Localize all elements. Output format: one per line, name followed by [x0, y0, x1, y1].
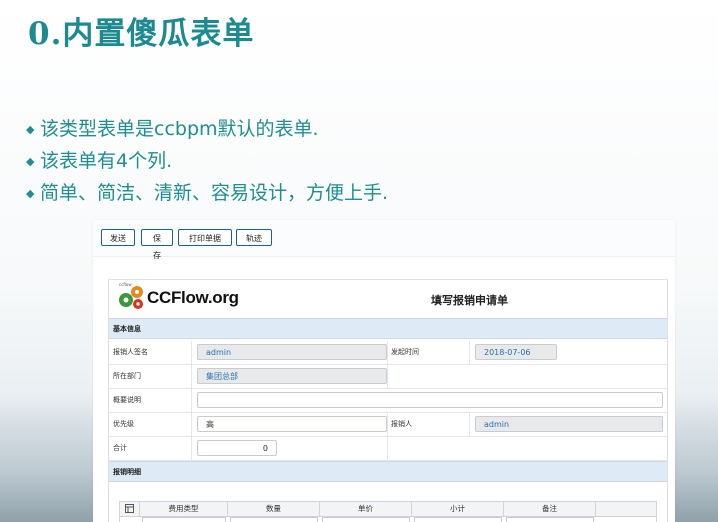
dept-label: 所在部门 [113, 372, 141, 380]
form-row-summary: 概要说明 [109, 389, 667, 413]
grid-cell-input[interactable] [230, 517, 318, 522]
grid-col-expense-type: 费用类型 [140, 502, 228, 516]
grid-header: 费用类型 数量 单价 小计 备注 [120, 502, 656, 517]
form-row-signer: 报销人签名 admin 发起时间 2018-07-06 [109, 341, 667, 365]
expense-form: ccflow CCFlow.org 填写报销申请单 基本信息 报销人签名 adm… [108, 279, 668, 522]
divider [387, 365, 388, 388]
grid-cell-input[interactable] [414, 517, 502, 522]
grid-col-unit-price: 单价 [320, 502, 412, 516]
time-label: 发起时间 [391, 348, 419, 356]
gears-icon [119, 286, 143, 309]
divider [387, 341, 388, 364]
grid-cell-input[interactable] [506, 517, 594, 522]
dept-field[interactable]: 集团总部 [197, 368, 387, 384]
grid-col-remark: 备注 [504, 502, 596, 516]
divider [191, 389, 192, 412]
slide-title: 0.内置傻瓜表单 [28, 16, 255, 52]
bullet-item: ◆ 简单、简洁、清新、容易设计，方便上手. [26, 177, 388, 209]
signer-field[interactable]: admin [197, 344, 387, 360]
grid-col-subtotal: 小计 [412, 502, 504, 516]
section-basic-info: 基本信息 [109, 318, 667, 339]
priority-label: 优先级 [113, 420, 134, 428]
expense-detail-grid: 费用类型 数量 单价 小计 备注 [119, 501, 657, 522]
ccflow-logo: ccflow CCFlow.org [117, 282, 239, 312]
logo-text: CCFlow.org [147, 288, 239, 307]
diamond-bullet-icon: ◆ [26, 186, 35, 200]
logo-small-text: ccflow [119, 282, 132, 287]
grid-cell-input[interactable] [142, 517, 226, 522]
summary-field[interactable] [197, 392, 663, 408]
total-label: 合计 [113, 444, 127, 452]
section-expense-detail: 报销明细 [109, 461, 667, 482]
reimburser-label: 报销人 [391, 420, 412, 428]
divider [387, 437, 388, 460]
divider [469, 341, 470, 364]
track-button[interactable]: 轨迹 [236, 229, 272, 246]
bullet-item: ◆ 该表单有4个列. [26, 145, 388, 177]
summary-label: 概要说明 [113, 396, 141, 404]
grid-toolbar-icon[interactable] [120, 502, 140, 516]
priority-select[interactable]: 高 [197, 416, 387, 432]
divider [191, 365, 192, 388]
time-field[interactable]: 2018-07-06 [475, 344, 557, 360]
form-row-dept: 所在部门 集团总部 [109, 365, 667, 389]
grid-cell-input[interactable] [322, 517, 410, 522]
diamond-bullet-icon: ◆ [26, 154, 35, 168]
form-toolbar: 发送 保存 打印单据 轨迹 [93, 220, 675, 260]
form-screenshot: 发送 保存 打印单据 轨迹 ccflow CCFlow.org 填写报销申请单 … [93, 220, 675, 522]
divider [469, 413, 470, 436]
save-button[interactable]: 保存 [141, 229, 173, 260]
reimburser-field[interactable]: admin [475, 416, 663, 432]
signer-label: 报销人签名 [113, 348, 148, 356]
grid-col-quantity: 数量 [228, 502, 320, 516]
total-field[interactable]: 0 [197, 440, 277, 456]
form-row-total: 合计 0 [109, 437, 667, 461]
print-button[interactable]: 打印单据 [178, 229, 232, 246]
divider [191, 413, 192, 436]
form-title: 填写报销申请单 [431, 294, 508, 307]
divider [191, 437, 192, 460]
diamond-bullet-icon: ◆ [26, 122, 35, 136]
send-button[interactable]: 发送 [101, 229, 135, 246]
form-row-priority: 优先级 高 报销人 admin [109, 413, 667, 437]
grid-icon [125, 504, 134, 513]
divider [191, 341, 192, 364]
bullet-item: ◆ 该类型表单是ccbpm默认的表单. [26, 113, 388, 145]
bullet-list: ◆ 该类型表单是ccbpm默认的表单. ◆ 该表单有4个列. ◆ 简单、简洁、清新、容… [26, 113, 388, 209]
divider [387, 413, 388, 436]
